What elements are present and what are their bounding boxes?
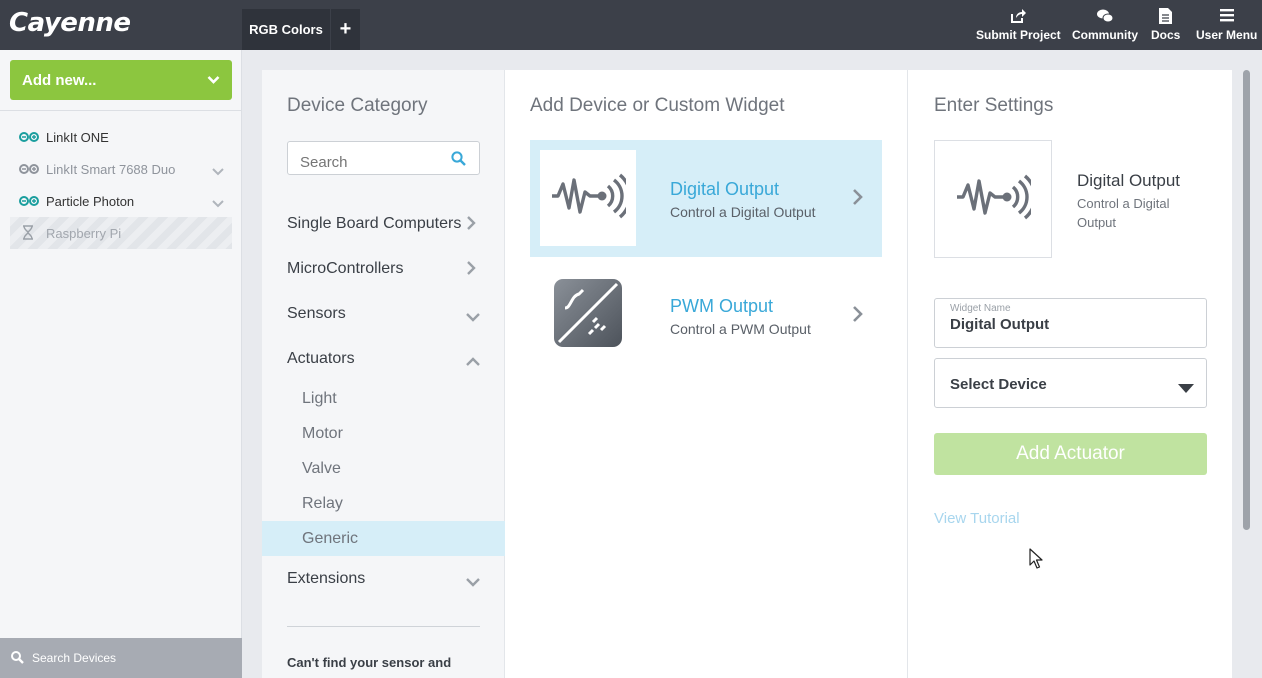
sidebar-divider <box>0 110 242 111</box>
device-category-title: Device Category <box>287 95 428 116</box>
community-button[interactable]: Community <box>1072 8 1138 42</box>
widget-description: Control a PWM Output <box>670 321 811 337</box>
docs-button[interactable]: Docs <box>1151 8 1180 42</box>
share-icon <box>976 8 1061 26</box>
chevron-down-icon <box>466 309 480 327</box>
device-label: Raspberry Pi <box>46 226 122 241</box>
subcategory-light[interactable]: Light <box>302 390 337 408</box>
device-label: LinkIt Smart 7688 Duo <box>46 161 176 177</box>
digital-output-thumbnail <box>540 150 636 246</box>
top-bar: Cayenne RGB Colors + Submit Project Comm… <box>0 0 1262 50</box>
category-sensors[interactable]: Sensors <box>287 305 346 323</box>
pwm-slider-icon <box>553 278 623 353</box>
search-icon <box>11 651 24 667</box>
widget-name-field[interactable]: Widget Name Digital Output <box>934 298 1207 348</box>
add-tab-button[interactable]: + <box>330 9 360 50</box>
chevron-right-icon <box>852 189 863 210</box>
device-category-column: Device Category Single Board Computers M… <box>262 70 505 678</box>
signal-wave-icon <box>550 172 632 225</box>
category-extensions[interactable]: Extensions <box>287 570 365 588</box>
preview-name: Digital Output <box>1077 171 1180 190</box>
subcategory-valve[interactable]: Valve <box>302 460 341 478</box>
chevron-down-icon <box>466 574 480 592</box>
category-divider <box>287 626 480 627</box>
category-actuators[interactable]: Actuators <box>287 350 355 368</box>
add-new-button[interactable]: Add new... <box>10 60 232 100</box>
widget-card-pwm-output[interactable]: PWM Output Control a PWM Output <box>530 257 882 374</box>
hourglass-icon <box>22 225 34 245</box>
chevron-down-icon <box>207 73 220 90</box>
submit-project-button[interactable]: Submit Project <box>976 8 1061 42</box>
chevron-down-icon[interactable] <box>212 164 224 179</box>
widget-card-digital-output[interactable]: Digital Output Control a Digital Output <box>530 140 882 257</box>
subcategory-relay[interactable]: Relay <box>302 495 343 513</box>
submit-project-label: Submit Project <box>976 28 1061 42</box>
settings-title: Enter Settings <box>934 95 1054 116</box>
chevron-down-icon[interactable] <box>212 196 224 211</box>
widget-column: Add Device or Custom Widget Digital Outp… <box>505 70 908 678</box>
search-devices-label: Search Devices <box>32 651 117 665</box>
mouse-cursor-icon <box>1029 548 1043 575</box>
widget-name-label: Widget Name <box>950 303 1011 314</box>
sidebar-item-linkit-one[interactable]: LinkIt ONE <box>18 127 109 147</box>
cayenne-logo[interactable]: Cayenne <box>9 8 131 38</box>
document-icon <box>1151 8 1180 26</box>
widget-preview <box>934 140 1052 258</box>
caret-down-icon <box>1178 380 1194 398</box>
chat-icon <box>1072 8 1138 26</box>
select-device-dropdown[interactable]: Select Device <box>934 358 1207 408</box>
subcategory-selected-highlight <box>262 521 505 556</box>
panel-scrollbar[interactable] <box>1243 70 1250 530</box>
category-microcontrollers[interactable]: MicroControllers <box>287 260 403 278</box>
hamburger-icon <box>1196 8 1257 26</box>
widget-name: Digital Output <box>670 179 780 199</box>
chevron-up-icon <box>466 354 480 372</box>
widget-column-title: Add Device or Custom Widget <box>530 95 785 116</box>
settings-column: Enter Settings Digital Output Control a … <box>908 70 1232 678</box>
sidebar-item-particle-photon[interactable]: Particle Photon <box>18 191 224 211</box>
arduino-offline-icon <box>18 162 40 177</box>
arduino-online-icon <box>18 130 40 145</box>
chevron-right-icon <box>466 216 476 235</box>
device-label: Particle Photon <box>46 193 135 209</box>
widget-description: Control a Digital Output <box>670 204 816 220</box>
community-label: Community <box>1072 28 1138 42</box>
category-single-board-computers[interactable]: Single Board Computers <box>287 215 461 233</box>
select-device-value: Select Device <box>950 376 1047 393</box>
preview-description: Control a Digital Output <box>1077 196 1170 230</box>
pwm-output-thumbnail <box>540 267 636 363</box>
device-label: LinkIt ONE <box>46 129 109 145</box>
subcategory-motor[interactable]: Motor <box>302 425 343 443</box>
add-widget-panel: Device Category Single Board Computers M… <box>262 70 1232 678</box>
subcategory-generic[interactable]: Generic <box>302 530 358 548</box>
search-icon[interactable] <box>451 151 466 171</box>
widget-name-value[interactable]: Digital Output <box>950 316 1049 333</box>
sidebar-item-raspberry-pi[interactable]: Raspberry Pi <box>10 217 232 249</box>
widget-name: PWM Output <box>670 296 774 316</box>
cant-find-text: Can't find your sensor and <box>287 655 452 670</box>
chevron-right-icon <box>852 306 863 327</box>
user-menu-label: User Menu <box>1196 28 1258 42</box>
view-tutorial-link[interactable]: View Tutorial <box>934 510 1020 527</box>
signal-wave-icon <box>955 173 1037 226</box>
sidebar-item-linkit-smart[interactable]: LinkIt Smart 7688 Duo <box>18 159 224 179</box>
arduino-online-icon <box>18 194 40 209</box>
device-sidebar: Add new... LinkIt ONE LinkIt Smart 7688 … <box>0 50 242 678</box>
tab-rgb-colors[interactable]: RGB Colors <box>242 9 330 50</box>
search-devices-bar[interactable]: Search Devices <box>0 638 242 678</box>
chevron-right-icon <box>466 261 476 280</box>
add-new-label: Add new... <box>22 71 97 89</box>
user-menu-button[interactable]: User Menu <box>1196 8 1257 42</box>
add-actuator-button[interactable]: Add Actuator <box>934 433 1207 475</box>
docs-label: Docs <box>1151 28 1181 42</box>
